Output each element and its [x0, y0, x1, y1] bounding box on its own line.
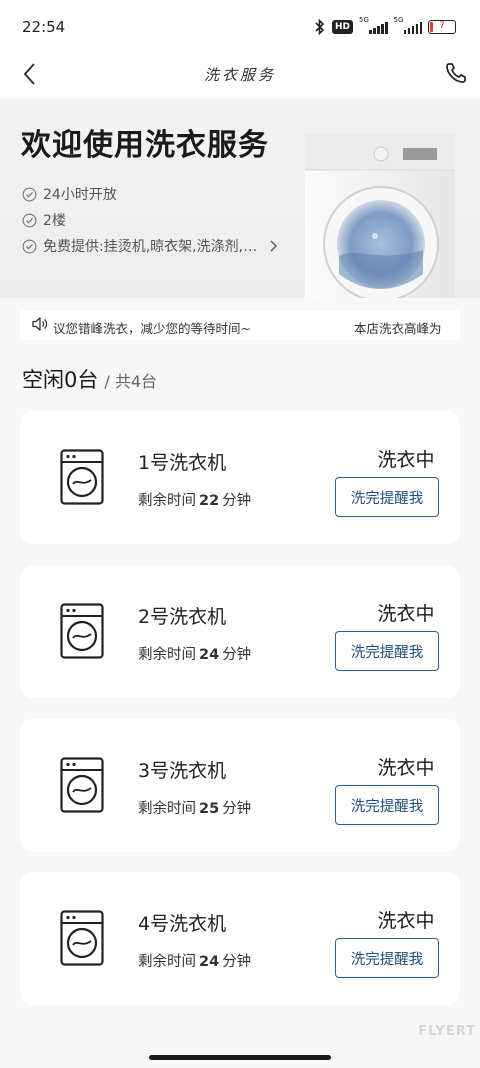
machine-status: 洗衣中: [377, 449, 435, 471]
machine-name: 4号洗衣机: [138, 913, 227, 935]
machine-summary: 空闲0台 / 共4台: [22, 364, 157, 394]
feature-amenities[interactable]: 免费提供:挂烫机,晾衣架,洗涤剂,…: [22, 236, 279, 256]
machine-card: 4号洗衣机 剩余时间 24 分钟 洗衣中 洗完提醒我: [20, 872, 460, 1005]
signal-strength-icon: 5G: [359, 16, 388, 34]
remaining-unit: 分钟: [222, 801, 252, 817]
nav-bar: 洗衣服务: [0, 52, 480, 98]
remind-me-button[interactable]: 洗完提醒我: [335, 938, 439, 978]
feature-text: 2楼: [43, 213, 66, 229]
chevron-right-icon: [270, 240, 278, 252]
machine-status: 洗衣中: [377, 603, 435, 625]
feature-floor: 2楼: [22, 210, 66, 230]
page-title: 洗衣服务: [203, 66, 276, 84]
remaining-value: 22: [199, 493, 220, 509]
speaker-icon: [32, 317, 48, 331]
idle-count: 空闲0台: [22, 368, 99, 392]
remaining-unit: 分钟: [222, 954, 252, 970]
remaining-time: 剩余时间 24 分钟: [138, 643, 251, 664]
washing-machine-icon: [60, 603, 104, 659]
remaining-unit: 分钟: [222, 493, 252, 509]
machine-name: 1号洗衣机: [138, 452, 227, 474]
remaining-label: 剩余时间: [138, 493, 196, 509]
hd-badge: HD: [331, 20, 353, 34]
notice-bar: 议您错峰洗衣，减少您的等待时间~ 本店洗衣高峰为: [20, 310, 460, 340]
remaining-value: 24: [199, 954, 220, 970]
check-icon: [22, 187, 37, 201]
check-icon: [22, 213, 37, 227]
remaining-unit: 分钟: [222, 647, 252, 663]
network-label: 5G: [393, 16, 404, 24]
remind-me-button[interactable]: 洗完提醒我: [335, 477, 439, 517]
machine-card: 1号洗衣机 剩余时间 22 分钟 洗衣中 洗完提醒我: [20, 411, 460, 544]
remaining-time: 剩余时间 25 分钟: [138, 797, 251, 818]
remaining-label: 剩余时间: [138, 647, 196, 663]
home-indicator[interactable]: [149, 1055, 331, 1060]
battery-level: 7: [439, 21, 445, 31]
watermark: FLYERT: [418, 1024, 476, 1039]
phone-icon[interactable]: [444, 61, 468, 85]
feature-text: 免费提供:挂烫机,晾衣架,洗涤剂,…: [43, 239, 258, 255]
machine-status: 洗衣中: [377, 910, 435, 932]
remaining-time: 剩余时间 22 分钟: [138, 489, 251, 510]
status-time: 22:54: [22, 18, 66, 36]
signal-strength-icon: 5G: [394, 16, 422, 34]
washing-machine-icon: [60, 757, 104, 813]
total-count: / 共4台: [104, 372, 158, 391]
washing-machine-illustration: [305, 134, 455, 298]
check-icon: [22, 239, 37, 253]
remaining-value: 25: [199, 801, 220, 817]
hero-title: 欢迎使用洗衣服务: [21, 128, 269, 163]
remaining-value: 24: [199, 647, 220, 663]
remind-me-button[interactable]: 洗完提醒我: [335, 785, 439, 825]
status-icons: HD 5G 5G 7: [314, 16, 456, 36]
status-bar: 22:54 HD 5G 5G 7: [0, 0, 480, 52]
notice-text-continued: 本店洗衣高峰为: [354, 321, 442, 336]
machine-status: 洗衣中: [377, 757, 435, 779]
washing-machine-icon: [60, 449, 104, 505]
feature-hours: 24小时开放: [22, 184, 117, 204]
bluetooth-icon: [315, 18, 325, 36]
machine-name: 2号洗衣机: [138, 606, 227, 628]
washing-machine-icon: [60, 910, 104, 966]
remind-me-button[interactable]: 洗完提醒我: [335, 631, 439, 671]
machine-name: 3号洗衣机: [138, 760, 227, 782]
machine-card: 2号洗衣机 剩余时间 24 分钟 洗衣中 洗完提醒我: [20, 565, 460, 698]
hero-banner: 欢迎使用洗衣服务 24小时开放 2楼 免费提供:挂烫机,晾衣架,洗涤剂,…: [0, 98, 480, 298]
machine-card: 3号洗衣机 剩余时间 25 分钟 洗衣中 洗完提醒我: [20, 719, 460, 852]
feature-text: 24小时开放: [43, 187, 117, 203]
network-label: 5G: [359, 16, 369, 24]
remaining-time: 剩余时间 24 分钟: [138, 950, 251, 971]
remaining-label: 剩余时间: [138, 954, 196, 970]
notice-text: 议您错峰洗衣，减少您的等待时间~: [53, 321, 251, 336]
battery-icon: 7: [428, 20, 456, 34]
remaining-label: 剩余时间: [138, 801, 196, 817]
